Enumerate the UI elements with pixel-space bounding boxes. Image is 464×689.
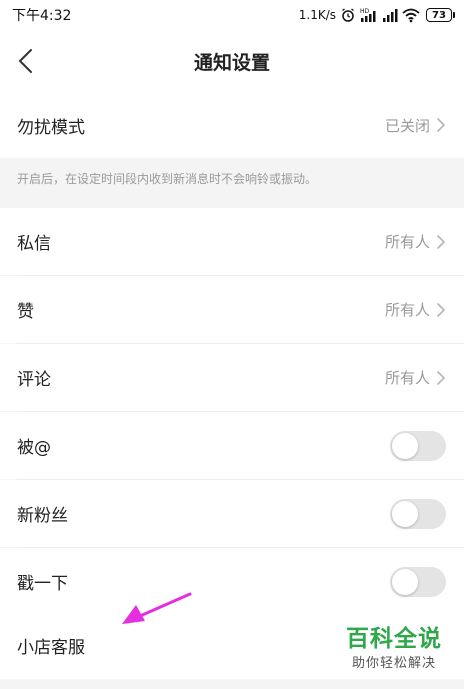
setting-value: 所有人 <box>384 233 430 251</box>
setting-value-group: 已关闭 <box>385 115 446 136</box>
watermark-logo: 百科全说 助你轻松解决 <box>334 626 454 672</box>
dnd-hint-text: 开启后，在设定时间段内收到新消息时不会响铃或振动。 <box>17 172 318 186</box>
setting-label: 评论 <box>17 370 51 390</box>
setting-row-private-message[interactable]: 私信 所有人 <box>0 208 464 275</box>
setting-label: 私信 <box>17 234 51 254</box>
setting-value: 所有人 <box>384 301 430 319</box>
chevron-right-icon <box>437 302 445 317</box>
poke-toggle[interactable] <box>390 566 446 597</box>
setting-row-likes[interactable]: 赞 所有人 <box>0 276 464 343</box>
dnd-hint: 开启后，在设定时间段内收到新消息时不会响铃或振动。 <box>0 158 464 208</box>
setting-value-group: 所有人 <box>385 367 446 388</box>
toggle-knob <box>392 568 418 595</box>
setting-row-dnd[interactable]: 勿扰模式 已关闭 <box>0 92 464 158</box>
setting-row-new-followers: 新粉丝 <box>0 480 464 547</box>
setting-value: 已关闭 <box>384 116 430 135</box>
annotation-arrow-icon <box>122 592 192 624</box>
battery-level: 73 <box>432 9 446 21</box>
setting-label: 戳一下 <box>17 574 68 594</box>
wifi-icon <box>402 8 420 23</box>
setting-row-comments[interactable]: 评论 所有人 <box>0 344 464 411</box>
watermark-subtitle: 助你轻松解决 <box>351 656 436 672</box>
svg-text:HD: HD <box>360 8 370 15</box>
setting-label: 小店客服 <box>17 638 85 658</box>
hd-signal-icon: HD <box>360 8 376 22</box>
setting-value: 所有人 <box>384 369 430 387</box>
status-bar: 下午4:32 1.1K/s HD 73 <box>0 0 464 30</box>
chevron-right-icon <box>437 234 445 249</box>
setting-label: 新粉丝 <box>17 506 68 526</box>
setting-label: 被@ <box>17 438 51 458</box>
setting-value-group: 所有人 <box>385 231 446 252</box>
setting-row-poke: 戳一下 <box>0 548 464 615</box>
toggle-knob <box>392 500 418 527</box>
mentions-toggle[interactable] <box>390 430 446 461</box>
watermark-title: 百科全说 <box>346 626 442 652</box>
setting-row-mentions: 被@ <box>0 412 464 479</box>
navigation-bar: 通知设置 <box>0 30 464 92</box>
setting-value-group: 所有人 <box>385 299 446 320</box>
status-indicators: 1.1K/s HD 73 <box>298 7 455 23</box>
bottom-spacer <box>0 679 464 689</box>
battery-icon: 73 <box>426 8 455 22</box>
chevron-right-icon <box>437 370 445 385</box>
toggle-knob <box>392 432 418 459</box>
setting-label: 赞 <box>17 302 34 322</box>
network-speed: 1.1K/s <box>298 8 336 22</box>
alarm-icon <box>342 8 354 22</box>
back-button[interactable] <box>8 43 44 79</box>
new-followers-toggle[interactable] <box>390 498 446 529</box>
setting-label: 勿扰模式 <box>17 117 85 138</box>
page-title: 通知设置 <box>193 51 270 74</box>
signal-icon <box>383 9 398 22</box>
chevron-left-icon <box>19 49 32 73</box>
status-time: 下午4:32 <box>12 8 72 24</box>
chevron-right-icon <box>437 118 445 132</box>
